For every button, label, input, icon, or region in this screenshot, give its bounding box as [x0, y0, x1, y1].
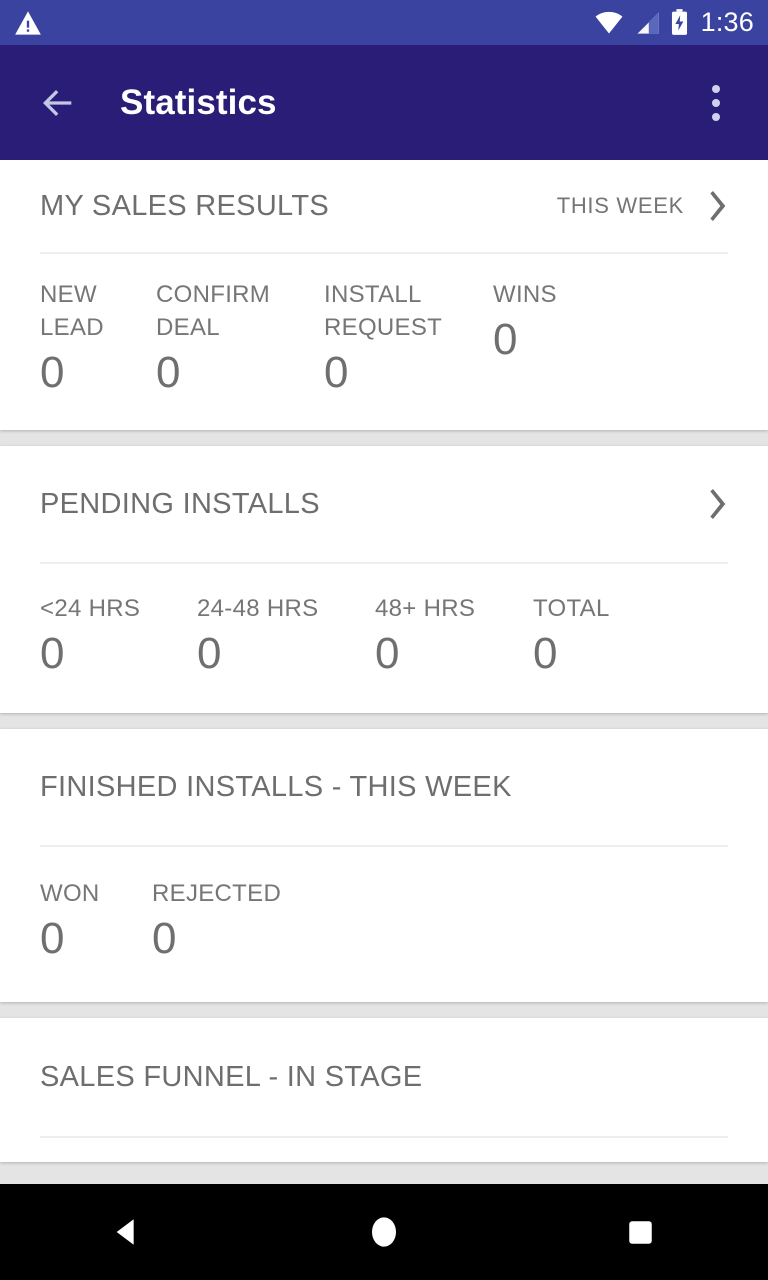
stat-value: 0	[197, 629, 222, 678]
stat-48-plus-hrs: 48+ HRS 0	[375, 592, 533, 681]
stat-value: 0	[156, 348, 181, 397]
stat-value: 0	[375, 629, 400, 678]
stat-24-48-hrs: 24-48 HRS 0	[197, 592, 375, 681]
page-title: Statistics	[120, 82, 277, 122]
nav-recents-button[interactable]	[512, 1184, 768, 1280]
stat-value: 0	[40, 348, 65, 397]
nav-home-circle-icon	[372, 1217, 396, 1247]
card-title: PENDING INSTALLS	[40, 487, 320, 520]
android-navigation-bar	[0, 1184, 768, 1280]
stat-label: <24 HRS	[40, 595, 141, 622]
overflow-dot-1	[712, 84, 720, 93]
card-title: FINISHED INSTALLS - THIS WEEK	[40, 770, 512, 803]
stat-value: 0	[324, 348, 349, 397]
stat-confirm-deal: CONFIRM DEAL 0	[156, 278, 324, 400]
stat-label: NEW LEAD	[40, 281, 104, 341]
card-sales-funnel[interactable]: SALES FUNNEL - IN STAGE	[0, 1018, 768, 1162]
overflow-dot-2	[712, 98, 720, 107]
nav-back-button[interactable]	[0, 1184, 256, 1280]
stat-new-lead: NEW LEAD 0	[40, 278, 156, 400]
card-header-my-sales-results[interactable]: MY SALES RESULTS THIS WEEK	[0, 160, 768, 252]
wifi-icon	[595, 11, 623, 35]
stats-row-pending-installs: <24 HRS 0 24-48 HRS 0 48+ HRS 0 TOTAL 0	[0, 564, 768, 713]
stat-total: TOTAL 0	[533, 592, 693, 681]
stat-rejected: REJECTED 0	[152, 877, 352, 966]
cellular-signal-icon	[634, 11, 660, 35]
stats-row-my-sales-results: NEW LEAD 0 CONFIRM DEAL 0 INSTALL REQUES…	[0, 254, 768, 430]
stat-label: REJECTED	[152, 880, 282, 907]
back-button[interactable]	[22, 67, 94, 139]
stat-label: INSTALL REQUEST	[324, 281, 443, 341]
stat-wins: WINS 0	[493, 278, 653, 400]
stat-label: WON	[40, 880, 100, 907]
overflow-menu-button[interactable]	[688, 67, 744, 139]
stat-label: 24-48 HRS	[197, 595, 319, 622]
stat-label: TOTAL	[533, 595, 610, 622]
nav-home-button[interactable]	[256, 1184, 512, 1280]
card-title: MY SALES RESULTS	[40, 189, 329, 222]
card-pending-installs[interactable]: PENDING INSTALLS <24 HRS 0 24-48 HRS 0 4…	[0, 446, 768, 713]
status-bar: 1:36	[0, 0, 768, 45]
stat-value: 0	[40, 629, 65, 678]
stat-under-24-hrs: <24 HRS 0	[40, 592, 197, 681]
stat-value: 0	[152, 914, 177, 963]
card-finished-installs[interactable]: FINISHED INSTALLS - THIS WEEK WON 0 REJE…	[0, 729, 768, 1002]
back-arrow-icon	[43, 89, 72, 116]
period-label: THIS WEEK	[556, 193, 684, 218]
stat-label: 48+ HRS	[375, 595, 476, 622]
status-bar-right: 1:36	[595, 9, 754, 36]
status-bar-clock: 1:36	[700, 7, 754, 37]
card-my-sales-results[interactable]: MY SALES RESULTS THIS WEEK NEW LEAD 0 CO…	[0, 160, 768, 430]
stat-label: WINS	[493, 281, 557, 308]
card-divider	[40, 1136, 728, 1138]
warning-triangle-icon	[14, 10, 42, 36]
app-bar: Statistics	[0, 45, 768, 160]
stat-value: 0	[533, 629, 558, 678]
status-bar-left	[14, 10, 42, 36]
chevron-right-icon[interactable]	[706, 489, 728, 519]
stat-install-request: INSTALL REQUEST 0	[324, 278, 493, 400]
stat-value: 0	[493, 315, 518, 364]
stat-value: 0	[40, 914, 65, 963]
nav-back-triangle-icon	[116, 1219, 134, 1245]
card-header-action[interactable]: THIS WEEK	[557, 191, 728, 221]
card-header-sales-funnel: SALES FUNNEL - IN STAGE	[0, 1018, 768, 1136]
stats-row-finished-installs: WON 0 REJECTED 0	[0, 847, 768, 1002]
statistics-content[interactable]: MY SALES RESULTS THIS WEEK NEW LEAD 0 CO…	[0, 160, 768, 1184]
nav-recents-square-icon	[628, 1220, 652, 1244]
chevron-right-icon[interactable]	[706, 191, 728, 221]
stat-won: WON 0	[40, 877, 152, 966]
card-title: SALES FUNNEL - IN STAGE	[40, 1060, 423, 1093]
battery-charging-icon	[671, 9, 688, 36]
statistics-screen: 1:36 Statistics MY SALES RESULTS THIS WE…	[0, 0, 768, 1280]
overflow-dot-3	[712, 112, 720, 121]
card-header-finished-installs: FINISHED INSTALLS - THIS WEEK	[0, 729, 768, 845]
card-header-pending-installs[interactable]: PENDING INSTALLS	[0, 446, 768, 562]
stat-label: CONFIRM DEAL	[156, 281, 271, 341]
card-header-action[interactable]	[706, 489, 728, 519]
